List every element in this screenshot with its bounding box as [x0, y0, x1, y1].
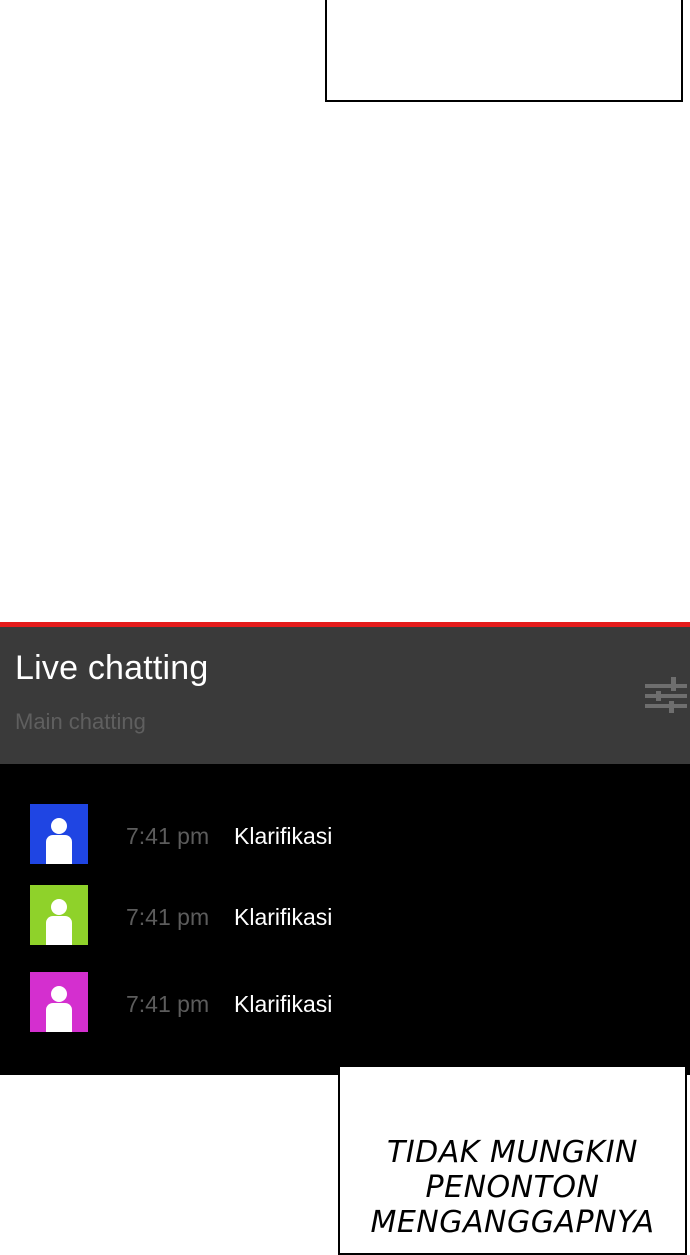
chat-header: Live chatting Main chatting — [0, 627, 690, 764]
message-text: Klarifikasi — [234, 904, 333, 930]
message-time: 7:41 pm — [126, 823, 210, 849]
message-time: 7:41 pm — [126, 904, 210, 930]
user-icon[interactable] — [30, 804, 88, 864]
message-text: Klarifikasi — [234, 991, 333, 1017]
chat-message: 7:41 pm Klarifikasi — [0, 804, 690, 864]
message-time: 7:41 pm — [126, 991, 210, 1017]
caption-text: TIDAK MUNGKIN PENONTON MENGANGGAPNYA — [340, 1135, 685, 1240]
caption-line: PENONTON — [425, 1170, 600, 1205]
caption-line: TIDAK MUNGKIN — [387, 1135, 638, 1170]
user-icon[interactable] — [30, 972, 88, 1032]
caption-line: MENGANGGAPNYA — [370, 1205, 655, 1240]
chat-title: Live chatting — [15, 649, 209, 687]
message-text: Klarifikasi — [234, 823, 333, 849]
user-icon[interactable] — [30, 885, 88, 945]
live-chat-widget: Live chatting Main chatting 7:41 pm Klar… — [0, 622, 690, 1075]
comic-panel-bottom: TIDAK MUNGKIN PENONTON MENGANGGAPNYA — [338, 1065, 687, 1255]
chat-messages-list: 7:41 pm Klarifikasi 7:41 pm Klarifikasi … — [0, 764, 690, 1075]
chat-subtitle-dropdown[interactable]: Main chatting — [15, 709, 146, 735]
sliders-icon[interactable] — [645, 674, 687, 716]
comic-panel-top — [325, 0, 683, 102]
chat-message: 7:41 pm Klarifikasi — [0, 972, 690, 1032]
chat-message: 7:41 pm Klarifikasi — [0, 885, 690, 945]
